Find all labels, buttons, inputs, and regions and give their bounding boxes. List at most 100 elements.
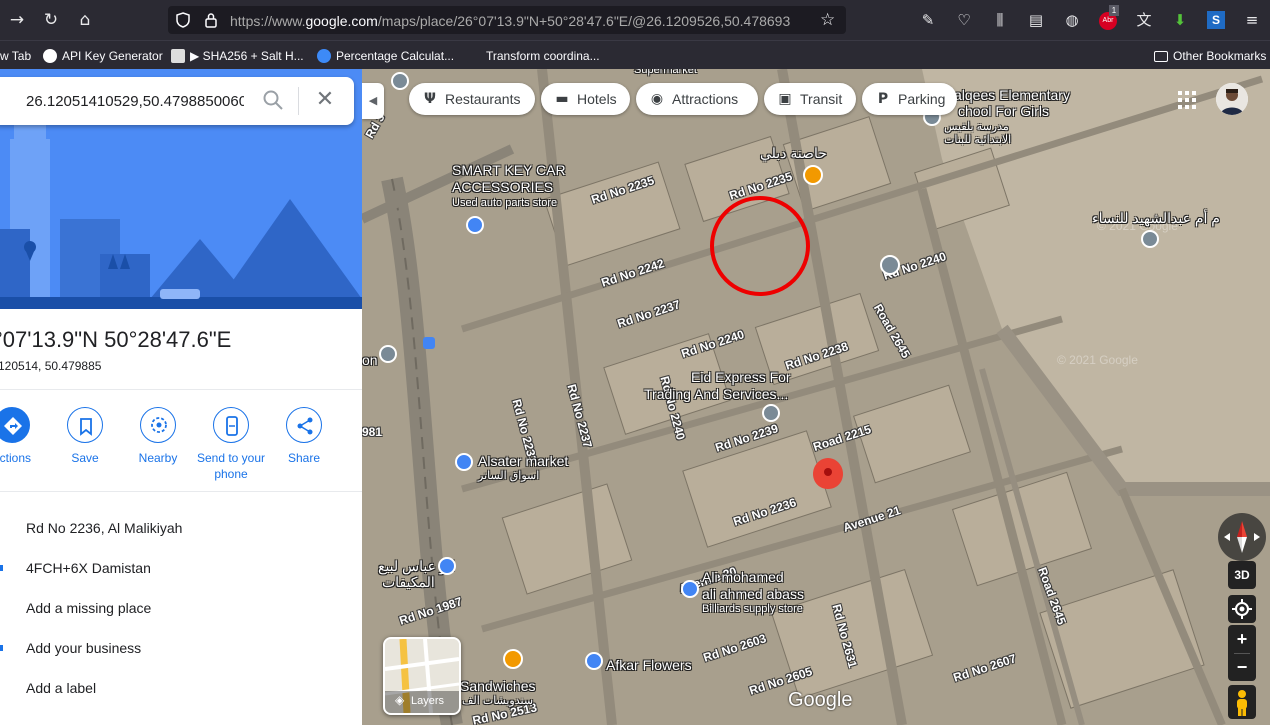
- browser-toolbar: → ↻ ⌂ https://www.google.com/maps/place/…: [0, 0, 1270, 40]
- folder-icon: [1154, 50, 1168, 62]
- library-icon[interactable]: ⫼: [990, 10, 1010, 30]
- url-domain: google.com: [305, 13, 378, 29]
- bookmark-star-icon[interactable]: ☆: [820, 10, 835, 30]
- compass-icon: [1224, 521, 1260, 553]
- my-location-button[interactable]: [1228, 595, 1256, 623]
- place-sandwiches[interactable]: Sandwiches: [460, 678, 536, 694]
- bookmark-transform[interactable]: Transform coordina...: [467, 47, 600, 65]
- tracking-shield-icon[interactable]: [176, 12, 190, 28]
- lock-icon[interactable]: [204, 12, 218, 28]
- pocket-icon[interactable]: ♡: [954, 10, 974, 30]
- plus-code-row[interactable]: 4FCH+6X Damistan: [26, 560, 151, 576]
- place-ali-category: Billiards supply store: [702, 603, 803, 615]
- save-button[interactable]: Save: [45, 407, 125, 487]
- place-ali-mohamed[interactable]: ali ahmed abass: [702, 586, 804, 602]
- bookmark-sha256[interactable]: ▶ SHA256 + Salt H...: [171, 47, 304, 65]
- 3d-toggle-button[interactable]: 3D: [1228, 561, 1256, 589]
- send-to-phone-label: Send to your phone: [196, 451, 266, 481]
- url-text[interactable]: https://www.google.com/maps/place/26°07'…: [230, 12, 810, 30]
- close-icon[interactable]: ✕: [314, 89, 336, 111]
- chip-label: Parking: [898, 91, 946, 107]
- send-to-phone-button[interactable]: Send to your phone: [191, 407, 271, 487]
- layers-button[interactable]: ◈ Layers: [383, 637, 461, 715]
- url-bar[interactable]: https://www.google.com/maps/place/26°07'…: [168, 6, 846, 34]
- add-missing-place-row[interactable]: Add a missing place: [26, 600, 151, 616]
- place-smart-key[interactable]: SMART KEY CAR: [452, 162, 566, 178]
- place-alsater[interactable]: Alsater market: [478, 453, 568, 469]
- bookmark-new-tab[interactable]: w Tab: [0, 47, 31, 65]
- place-school-label[interactable]: alqees Elementary: [954, 87, 1070, 103]
- collapse-panel-button[interactable]: ◀: [362, 83, 384, 119]
- zoom-in-button[interactable]: +: [1228, 625, 1256, 653]
- url-prefix: https://www.: [230, 13, 306, 29]
- wrench-icon[interactable]: ✎: [918, 10, 938, 30]
- bookmark-label: ▶ SHA256 + Salt H...: [190, 49, 304, 63]
- chip-restaurants[interactable]: Ψ Restaurants: [409, 83, 535, 115]
- adblock-extension-icon[interactable]: Abr 1: [1098, 5, 1119, 30]
- layers-label: Layers: [411, 695, 445, 707]
- url-rest: /maps/place/26°07'13.9"N+50°28'47.6"E/@2…: [377, 13, 791, 29]
- place-smart-key-category: Used auto parts store: [452, 197, 558, 209]
- translate-icon[interactable]: 文: [1134, 10, 1154, 30]
- phone-icon: [213, 407, 249, 443]
- fork-knife-icon: Ψ: [424, 91, 436, 107]
- bookmark-percentage[interactable]: Percentage Calculat...: [317, 47, 454, 65]
- plus-code-marker: [0, 565, 3, 571]
- add-label-row[interactable]: Add a label: [26, 680, 96, 696]
- chip-parking[interactable]: P Parking: [862, 83, 957, 115]
- globe-icon[interactable]: ◍: [1062, 10, 1082, 30]
- s-extension-icon[interactable]: S: [1206, 10, 1226, 30]
- place-supermarket[interactable]: Supermarket: [634, 69, 697, 77]
- place-partial-label[interactable]: on: [362, 352, 378, 368]
- divider: [0, 389, 362, 390]
- reload-icon[interactable]: ↻: [40, 9, 62, 31]
- add-business-row[interactable]: Add your business: [26, 640, 141, 656]
- address-row[interactable]: Rd No 2236, Al Malikiyah: [26, 520, 182, 536]
- chip-attractions[interactable]: ◉ Attractions: [636, 83, 758, 115]
- street-view-pegman[interactable]: [1228, 685, 1256, 719]
- place-delhi[interactable]: حاصنة دبلي: [760, 145, 827, 161]
- place-alsater[interactable]: اسواق الساتر: [478, 470, 539, 483]
- avatar[interactable]: [1216, 83, 1248, 115]
- forward-icon[interactable]: →: [6, 9, 28, 31]
- menu-icon[interactable]: ≡: [1242, 10, 1262, 30]
- satellite-map[interactable]: © 2021 Google © 2021 Google Rd 3 Rd No 2…: [362, 69, 1270, 725]
- place-school-label[interactable]: مدرسة بلقيس: [944, 121, 1009, 134]
- bed-icon: ▬: [555, 91, 569, 107]
- place-school-label[interactable]: chool For Girls: [958, 103, 1049, 119]
- adblock-badge-count: 1: [1109, 5, 1119, 16]
- search-icon[interactable]: [262, 89, 284, 111]
- place-eid-express[interactable]: Eid Express For: [691, 369, 791, 385]
- place-smart-key[interactable]: ACCESSORIES: [452, 179, 553, 195]
- reader-view-icon[interactable]: ▤: [1026, 10, 1046, 30]
- bookmark-label: Percentage Calculat...: [336, 49, 455, 63]
- chip-transit[interactable]: ▣ Transit: [764, 83, 856, 115]
- directions-icon: [0, 407, 30, 443]
- place-afkar-flowers[interactable]: Afkar Flowers: [606, 657, 692, 673]
- chip-hotels[interactable]: ▬ Hotels: [541, 83, 630, 115]
- nearby-button[interactable]: Nearby: [118, 407, 198, 487]
- divider: [0, 491, 362, 492]
- search-input[interactable]: 26.12051410529,50.4798850060: [26, 92, 244, 112]
- nearby-label: Nearby: [138, 451, 178, 465]
- place-abu-abbas[interactable]: ابو عباس لبيع: [378, 558, 455, 574]
- place-eid-express[interactable]: Trading And Services...: [644, 386, 788, 402]
- google-logo: Google: [788, 689, 853, 711]
- place-sandwiches[interactable]: سندويشات الف: [462, 695, 533, 708]
- zoom-control: + −: [1228, 625, 1256, 681]
- share-button[interactable]: Share: [264, 407, 344, 487]
- place-school-label[interactable]: الابتدائية للبنات: [944, 134, 1011, 147]
- home-icon[interactable]: ⌂: [74, 9, 96, 31]
- zoom-out-button[interactable]: −: [1228, 654, 1256, 681]
- download-extension-icon[interactable]: ⬇: [1170, 10, 1190, 30]
- layers-icon: ◈: [395, 693, 405, 707]
- compass-control[interactable]: [1218, 513, 1266, 561]
- search-box[interactable]: 26.12051410529,50.4798850060 ✕: [0, 77, 354, 125]
- apps-grid-icon[interactable]: [1178, 91, 1196, 109]
- place-abu-abbas[interactable]: المكيفات: [382, 574, 435, 590]
- chip-label: Transit: [800, 91, 843, 107]
- other-bookmarks[interactable]: Other Bookmarks: [1154, 47, 1266, 65]
- place-ali-mohamed[interactable]: Ali mohamed: [702, 569, 784, 585]
- place-women-center[interactable]: م أم عبدالشهيد للنساء: [1092, 210, 1220, 226]
- bookmark-api-key[interactable]: API Key Generator: [43, 47, 163, 65]
